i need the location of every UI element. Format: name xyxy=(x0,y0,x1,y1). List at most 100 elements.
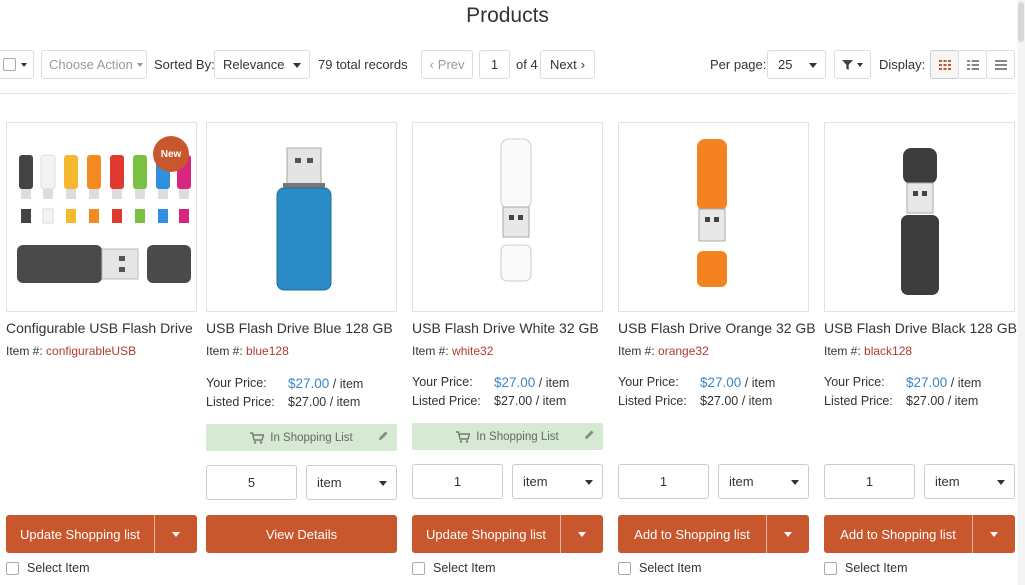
add-to-shopping-list-button[interactable]: Add to Shopping list xyxy=(618,515,809,553)
quantity-input[interactable]: 1 xyxy=(412,464,503,499)
pencil-icon[interactable] xyxy=(378,430,389,441)
in-shopping-list-status[interactable]: In Shopping List xyxy=(206,424,397,451)
add-to-shopping-list-button[interactable]: Add to Shopping list xyxy=(824,515,1015,553)
cart-icon xyxy=(250,431,265,444)
product-item-number: Item #: configurableUSB xyxy=(6,344,136,358)
item-prefix: Item #: xyxy=(824,344,861,358)
next-label: Next xyxy=(549,57,577,72)
chevron-left-icon: ‹ xyxy=(429,57,434,72)
select-item-label: Select Item xyxy=(845,561,908,575)
price-unit: / item xyxy=(744,376,776,390)
unit-select[interactable]: item xyxy=(924,464,1015,499)
item-prefix: Item #: xyxy=(618,344,655,358)
product-item-number: Item #: blue128 xyxy=(206,344,289,358)
listed-price-label: Listed Price: xyxy=(824,394,893,408)
page-number: 1 xyxy=(490,57,499,72)
select-all-checkbox[interactable] xyxy=(3,58,16,71)
listed-price-label: Listed Price: xyxy=(412,394,481,408)
select-item[interactable]: Select Item xyxy=(824,561,908,575)
unit-select[interactable]: item xyxy=(306,465,397,500)
sort-select[interactable]: Relevance xyxy=(214,50,310,79)
price-amount: $27.00 xyxy=(288,376,330,391)
button-label: View Details xyxy=(265,526,338,542)
item-code: configurableUSB xyxy=(46,344,137,358)
product-name[interactable]: USB Flash Drive Blue 128 GB xyxy=(206,320,393,336)
product-image[interactable] xyxy=(206,122,397,312)
your-price-label: Your Price: xyxy=(206,376,267,390)
select-item-checkbox[interactable] xyxy=(412,561,425,575)
price-amount: $27.00 xyxy=(494,375,536,390)
button-dropdown-toggle[interactable] xyxy=(972,515,1015,553)
in-shopping-list-label: In Shopping List xyxy=(270,431,353,444)
product-image[interactable] xyxy=(412,122,603,312)
scrollbar-thumb[interactable] xyxy=(1018,2,1024,42)
product-image[interactable] xyxy=(824,122,1015,312)
grid-view-icon xyxy=(938,59,951,70)
page-scrollbar[interactable] xyxy=(1017,0,1025,585)
item-prefix: Item #: xyxy=(6,344,43,358)
unit-select[interactable]: item xyxy=(718,464,809,499)
product-image[interactable]: New xyxy=(6,122,197,312)
view-details-button[interactable]: View Details xyxy=(206,515,397,553)
product-name[interactable]: USB Flash Drive Black 128 GB xyxy=(824,320,1017,336)
chevron-down-icon xyxy=(997,480,1005,485)
view-list-button[interactable] xyxy=(958,50,987,79)
product-name[interactable]: USB Flash Drive Orange 32 GB xyxy=(618,320,816,336)
product-item-number: Item #: orange32 xyxy=(618,344,709,358)
in-shopping-list-status[interactable]: In Shopping List xyxy=(412,423,603,450)
button-dropdown-toggle[interactable] xyxy=(154,515,197,553)
chevron-down-icon xyxy=(136,62,143,67)
item-code: orange32 xyxy=(658,344,709,358)
total-records: 79 total records xyxy=(318,57,408,72)
pencil-icon[interactable] xyxy=(584,429,595,440)
unit-value: item xyxy=(523,474,548,489)
button-dropdown-toggle[interactable] xyxy=(766,515,809,553)
prev-page-button[interactable]: ‹ Prev xyxy=(421,50,473,79)
filter-button[interactable] xyxy=(834,50,871,79)
select-item-checkbox[interactable] xyxy=(6,561,19,575)
select-all-dropdown[interactable] xyxy=(0,50,34,79)
select-item-checkbox[interactable] xyxy=(824,561,837,575)
chevron-down-icon xyxy=(293,63,301,68)
your-price-value: $27.00 / item xyxy=(494,375,569,390)
per-page-label: Per page: xyxy=(710,57,767,72)
quantity-input[interactable]: 1 xyxy=(824,464,915,499)
select-item[interactable]: Select Item xyxy=(618,561,702,575)
select-item-checkbox[interactable] xyxy=(618,561,631,575)
your-price-label: Your Price: xyxy=(618,375,679,389)
view-grid-button[interactable] xyxy=(930,50,959,79)
page-of: of 4 xyxy=(516,57,538,72)
page-title: Products xyxy=(466,4,549,27)
unit-select[interactable]: item xyxy=(512,464,603,499)
page-number-input[interactable]: 1 xyxy=(479,50,510,79)
price-amount: $27.00 xyxy=(700,375,742,390)
price-amount: $27.00 xyxy=(906,375,948,390)
display-label: Display: xyxy=(879,57,926,72)
item-prefix: Item #: xyxy=(412,344,449,358)
update-shopping-list-button[interactable]: Update Shopping list xyxy=(412,515,603,553)
choose-action-dropdown[interactable]: Choose Action xyxy=(41,50,147,79)
chevron-down-icon xyxy=(791,480,799,485)
price-unit: / item xyxy=(950,376,982,390)
button-label: Add to Shopping list xyxy=(840,526,956,542)
product-item-number: Item #: black128 xyxy=(824,344,912,358)
next-page-button[interactable]: Next › xyxy=(540,50,595,79)
chevron-down-icon xyxy=(809,63,817,68)
filter-icon xyxy=(842,59,853,70)
per-page-select[interactable]: 25 xyxy=(767,50,826,79)
unit-value: item xyxy=(317,475,342,490)
quantity-input[interactable]: 1 xyxy=(618,464,709,499)
product-name[interactable]: USB Flash Drive White 32 GB xyxy=(412,320,599,336)
product-image[interactable] xyxy=(618,122,809,312)
select-item[interactable]: Select Item xyxy=(6,561,90,575)
button-dropdown-toggle[interactable] xyxy=(560,515,603,553)
select-item[interactable]: Select Item xyxy=(412,561,496,575)
update-shopping-list-button[interactable]: Update Shopping list xyxy=(6,515,197,553)
list-view-icon xyxy=(966,59,979,70)
chevron-down-icon xyxy=(585,480,593,485)
quantity-input[interactable]: 5 xyxy=(206,465,297,500)
item-prefix: Item #: xyxy=(206,344,243,358)
view-table-button[interactable] xyxy=(986,50,1015,79)
select-item-label: Select Item xyxy=(27,561,90,575)
product-name[interactable]: Configurable USB Flash Drive xyxy=(6,320,193,336)
